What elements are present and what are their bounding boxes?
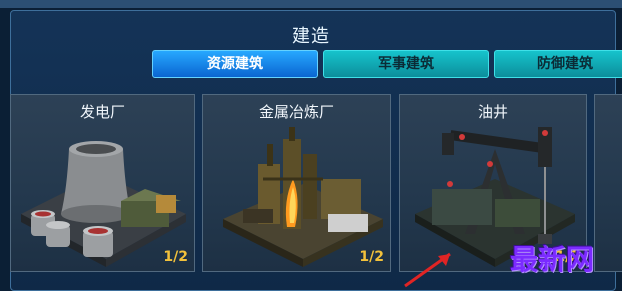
building-count: 1/2 bbox=[163, 249, 188, 265]
building-card-partial[interactable] bbox=[594, 94, 622, 272]
pointer-arrow-icon bbox=[404, 252, 451, 288]
building-count: 1/2 bbox=[359, 249, 384, 265]
building-card-metal-smelter[interactable]: 金属冶炼厂 1/2 bbox=[202, 94, 391, 272]
tab-resource-buildings[interactable]: 资源建筑 bbox=[152, 50, 318, 78]
tab-military-buildings[interactable]: 军事建筑 bbox=[323, 50, 489, 78]
building-card-power-plant[interactable]: 发电厂 1/2 bbox=[10, 94, 195, 272]
tab-defense-buildings[interactable]: 防御建筑 bbox=[494, 50, 622, 78]
watermark-logo: 最新网 bbox=[510, 243, 595, 276]
category-tabs: 资源建筑 军事建筑 防御建筑 bbox=[152, 50, 622, 78]
power-plant-icon bbox=[21, 141, 186, 267]
panel-title: 建造 bbox=[292, 26, 330, 47]
window-top-edge bbox=[0, 0, 622, 8]
metal-smelter-icon bbox=[223, 127, 383, 267]
